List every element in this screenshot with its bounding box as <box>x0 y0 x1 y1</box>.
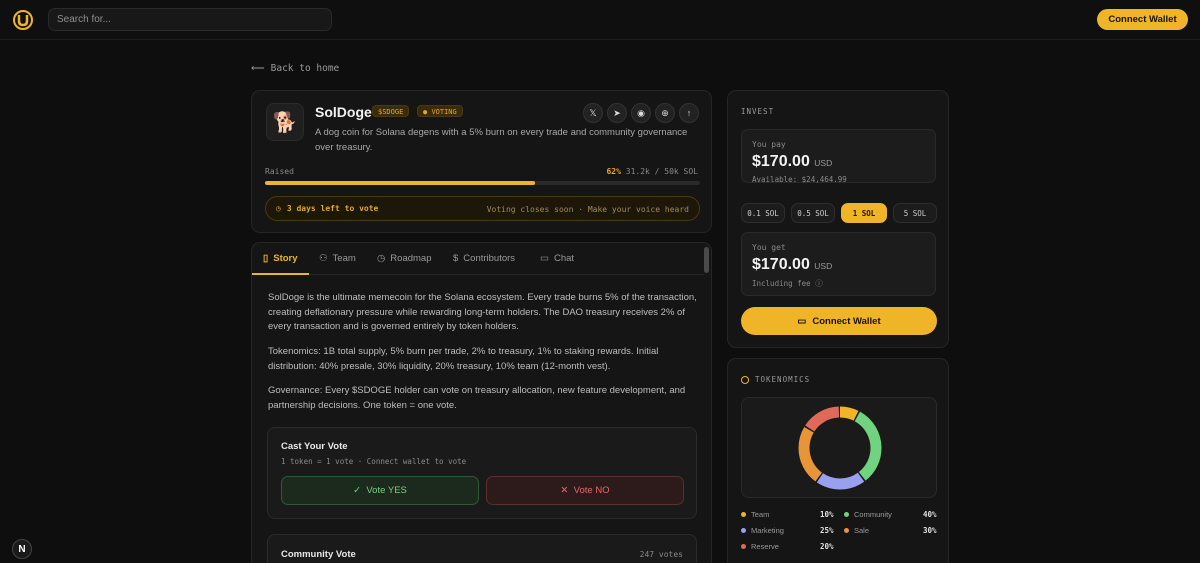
get-box: You get $170.00 USD Including fee ⓘ <box>741 232 936 296</box>
vote-yes-button[interactable]: ✓ Vote YES <box>281 476 479 505</box>
chat-icon: ▭ <box>540 253 549 264</box>
legend-team-value: 10% <box>820 510 834 519</box>
vote-deadline: ◷ 3 days left to vote <box>276 204 379 213</box>
project-card: 🐕 SolDoge $SDOGE ● VOTING A dog coin for… <box>251 90 712 233</box>
vote-count: 247 votes <box>639 550 683 559</box>
get-label: You get <box>752 243 786 252</box>
project-avatar: 🐕 <box>266 103 304 141</box>
legend-community-value: 40% <box>923 510 937 519</box>
project-description: A dog coin for Solana degens with a 5% b… <box>315 127 688 153</box>
cast-vote-title: Cast Your Vote <box>281 441 348 452</box>
tokenomics-card: TOKENOMICS Team 10% Community 40% Market… <box>727 358 949 563</box>
legend-sale-value: 30% <box>923 526 937 535</box>
logo-icon[interactable] <box>12 9 34 31</box>
legend-sale: Sale <box>844 526 869 535</box>
vote-note: Voting closes soon · Make your voice hea… <box>486 205 689 214</box>
vote-deadline-banner: ◷ 3 days left to vote Voting closes soon… <box>265 196 700 221</box>
pay-amount: $170.00 USD <box>752 153 833 170</box>
share-icon[interactable]: ↑ <box>679 103 699 123</box>
legend-marketing: Marketing <box>741 526 784 535</box>
ticker-badge: $SDOGE <box>372 105 410 117</box>
discord-icon[interactable]: ◉ <box>631 103 651 123</box>
progress-bar <box>265 181 700 185</box>
legend-team: Team <box>741 510 769 519</box>
story-paragraph: Governance: Every $SDOGE holder can vote… <box>268 385 686 411</box>
tab-team[interactable]: ⚇ Team <box>319 253 356 264</box>
info-icon[interactable]: ⓘ <box>815 279 823 288</box>
cast-vote-panel: Cast Your Vote 1 token = 1 vote · Connec… <box>267 427 697 519</box>
cast-vote-subtitle: 1 token = 1 vote · Connect wallet to vot… <box>281 457 467 466</box>
invest-card: INVEST You pay $170.00 USD Available: $2… <box>727 90 949 348</box>
raised-value: 62% 31.2k / 50k SOL <box>606 167 698 176</box>
tokenomics-header: TOKENOMICS <box>741 375 810 384</box>
invest-connect-wallet-button[interactable]: ▭ Connect Wallet <box>741 307 937 335</box>
donut-chart <box>798 406 882 490</box>
story-paragraph: SolDoge is the ultimate memecoin for the… <box>268 292 697 332</box>
invest-label: INVEST <box>741 107 775 116</box>
legend-reserve-value: 20% <box>820 542 834 551</box>
connect-wallet-button[interactable]: Connect Wallet <box>1097 9 1188 30</box>
x-icon[interactable]: 𝕏 <box>583 103 603 123</box>
amount-0-1-sol-button[interactable]: 0.1 SOL <box>741 203 785 223</box>
search-input[interactable] <box>48 8 332 31</box>
clock-icon: ◷ <box>276 204 281 213</box>
raised-label: Raised <box>265 167 294 176</box>
status-badge: ● VOTING <box>417 105 463 117</box>
vote-no-button[interactable]: ✕ Vote NO <box>486 476 684 505</box>
globe-icon[interactable]: ⊕ <box>655 103 675 123</box>
tab-chat[interactable]: ▭ Chat <box>540 253 574 264</box>
document-icon: ▯ <box>263 253 269 264</box>
legend-reserve: Reserve <box>741 542 779 551</box>
story-card: ▯ Story ⚇ Team ◷ Roadmap $ Contributors … <box>251 242 712 563</box>
tab-bar: ▯ Story ⚇ Team ◷ Roadmap $ Contributors … <box>252 243 704 275</box>
tab-story[interactable]: ▯ Story <box>263 253 298 264</box>
legend-marketing-value: 25% <box>820 526 834 535</box>
arrow-left-icon: ⟵ <box>251 63 265 74</box>
tab-roadmap[interactable]: ◷ Roadmap <box>377 253 432 264</box>
pay-box: You pay $170.00 USD Available: $24,464.9… <box>741 129 936 184</box>
project-title: SolDoge <box>315 104 372 120</box>
amount-1-sol-button[interactable]: 1 SOL <box>841 203 887 223</box>
users-icon: ⚇ <box>319 253 328 264</box>
raised-percent: 62% <box>606 167 621 176</box>
coin-icon <box>741 375 749 384</box>
raised-amount: 31.2k / 50k SOL <box>625 167 698 176</box>
back-link[interactable]: ⟵ Back to home <box>251 63 339 74</box>
tokenomics-chart <box>741 397 937 498</box>
wallet-icon: ▭ <box>797 315 807 327</box>
tab-contributors[interactable]: $ Contributors <box>453 253 515 264</box>
telegram-icon[interactable]: ➤ <box>607 103 627 123</box>
amount-0-5-sol-button[interactable]: 0.5 SOL <box>791 203 835 223</box>
available-balance: Available: $24,464.99 <box>752 175 847 184</box>
dollar-icon: $ <box>453 253 459 264</box>
story-paragraph: Tokenomics: 1B total supply, 5% burn per… <box>268 346 659 372</box>
clock-icon: ◷ <box>377 253 386 264</box>
get-amount: $170.00 USD <box>752 256 833 273</box>
progress-fill <box>265 181 535 185</box>
scrollbar[interactable] <box>704 247 709 273</box>
community-vote-panel: Community Vote 247 votes <box>267 534 697 563</box>
legend-community: Community <box>844 510 892 519</box>
top-bar: Connect Wallet <box>0 0 1200 40</box>
next-devtools-icon[interactable]: N <box>12 539 32 559</box>
amount-5-sol-button[interactable]: 5 SOL <box>893 203 937 223</box>
pay-label: You pay <box>752 140 786 149</box>
fee-note: Including fee ⓘ <box>752 279 823 288</box>
back-label: Back to home <box>270 63 340 74</box>
tab-active-indicator <box>252 273 309 275</box>
community-vote-title: Community Vote <box>281 549 356 560</box>
